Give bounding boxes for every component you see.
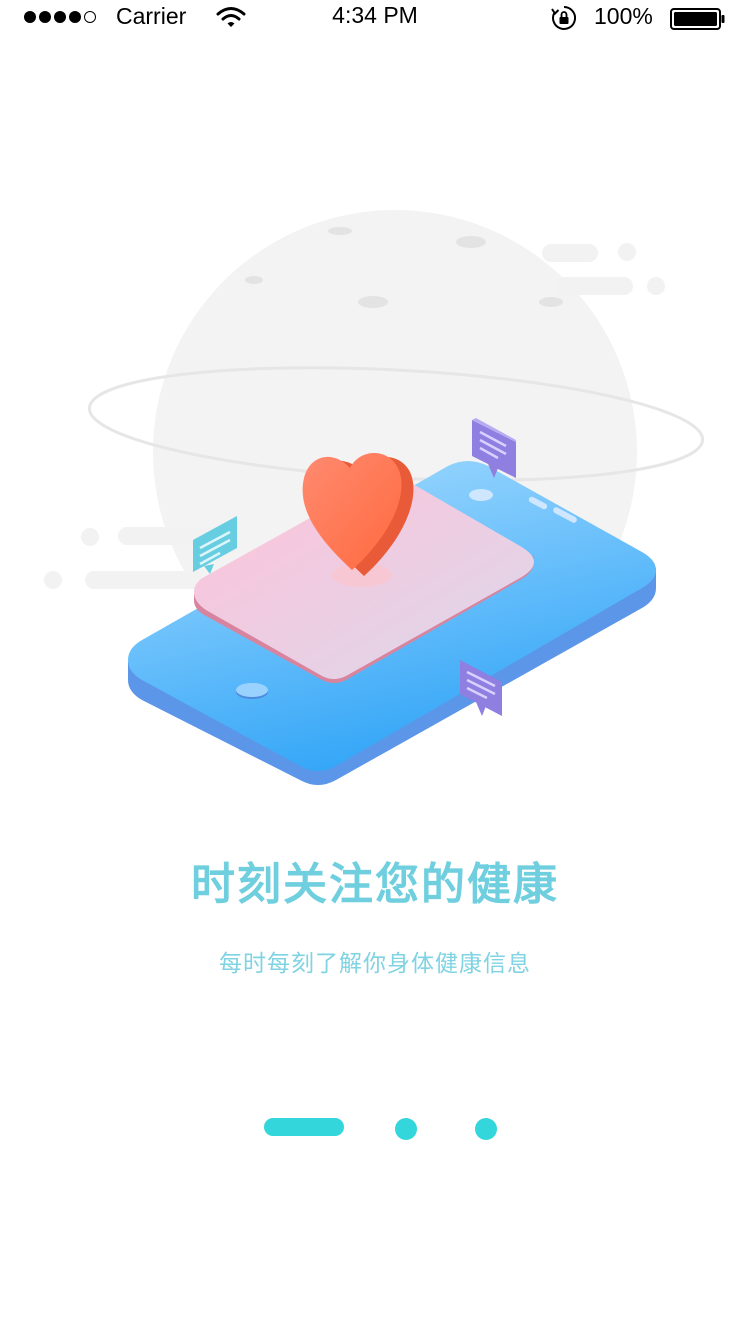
page-dot-active[interactable]	[264, 1118, 344, 1136]
health-phone-illustration	[44, 210, 705, 785]
status-bar: Carrier 4:34 PM 100%	[0, 0, 750, 36]
page-dot[interactable]	[395, 1118, 417, 1140]
battery-percentage: 100%	[594, 3, 653, 29]
page-dot[interactable]	[475, 1118, 497, 1140]
rotation-lock-icon	[551, 6, 576, 30]
battery-icon	[670, 8, 725, 30]
page-indicator	[0, 1118, 750, 1142]
page-subtitle: 每时每刻了解你身体健康信息	[219, 951, 531, 977]
page-title: 时刻关注您的健康	[191, 859, 559, 910]
